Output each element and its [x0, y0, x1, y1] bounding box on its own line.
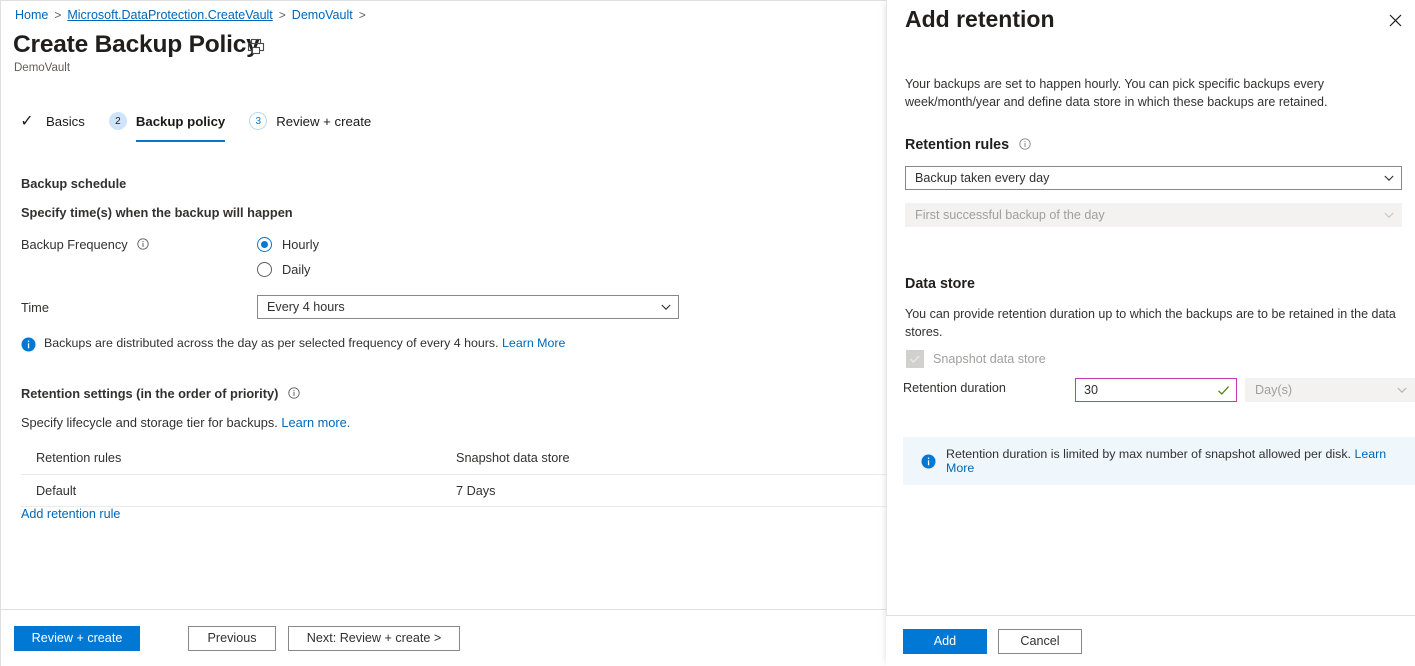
- snapshot-data-store-checkbox: Snapshot data store: [906, 350, 1046, 368]
- backup-frequency-radio-group: Hourly Daily: [257, 232, 319, 282]
- checkmark-icon: [1217, 384, 1230, 397]
- backup-schedule-heading: Backup schedule: [21, 176, 126, 191]
- retention-rule-dropdown-value: Backup taken every day: [915, 171, 1377, 185]
- create-backup-policy-pane: Home > Microsoft.DataProtection.CreateVaul…: [0, 0, 886, 666]
- time-dropdown[interactable]: Every 4 hours: [257, 295, 679, 319]
- tab-backup-policy-label: Backup policy: [136, 114, 225, 129]
- column-header-retention-rules: Retention rules: [21, 451, 456, 465]
- breadcrumb-item-home[interactable]: Home: [15, 8, 48, 22]
- info-icon[interactable]: [137, 238, 149, 250]
- wizard-steps: ✓ Basics 2 Backup policy 3 Review + crea…: [17, 106, 395, 138]
- add-button[interactable]: Add: [903, 629, 987, 654]
- panel-title: Add retention: [905, 6, 1055, 33]
- tab-backup-policy[interactable]: 2 Backup policy: [109, 106, 225, 138]
- specify-time-heading: Specify time(s) when the backup will hap…: [21, 205, 293, 220]
- data-store-description: You can provide retention duration up to…: [905, 305, 1403, 341]
- duration-unit-value: Day(s): [1255, 383, 1390, 397]
- chevron-down-icon: [1396, 384, 1408, 396]
- panel-footer: Add Cancel: [886, 615, 1415, 666]
- backup-frequency-text: Backup Frequency: [21, 237, 128, 252]
- backup-frequency-label: Backup Frequency: [21, 237, 149, 252]
- breadcrumb-separator: >: [359, 8, 366, 22]
- radio-hourly[interactable]: Hourly: [257, 232, 319, 257]
- add-retention-panel: Add retention Your backups are set to ha…: [886, 0, 1415, 666]
- backup-schedule-info-message: Backups are distributed across the day a…: [44, 336, 499, 350]
- print-icon[interactable]: [246, 37, 266, 57]
- retention-settings-subtitle-text: Specify lifecycle and storage tier for b…: [21, 415, 278, 430]
- page-title: Create Backup Policy: [13, 30, 260, 60]
- retention-duration-info-text: Retention duration is limited by max num…: [946, 447, 1415, 475]
- retention-duration-field[interactable]: [1084, 383, 1213, 397]
- chevron-down-icon: [660, 301, 672, 313]
- retention-rules-panel-label-text: Retention rules: [905, 137, 1009, 153]
- backup-schedule-info-note: Backups are distributed across the day a…: [21, 336, 701, 352]
- breadcrumb-item-demovault[interactable]: DemoVault: [292, 8, 353, 22]
- info-icon[interactable]: [288, 387, 300, 399]
- tab-review-create[interactable]: 3 Review + create: [249, 106, 371, 138]
- radio-daily[interactable]: Daily: [257, 257, 319, 282]
- breadcrumb-item-create-vault[interactable]: Microsoft.DataProtection.CreateVault: [67, 8, 272, 22]
- table-header-row: Retention rules Snapshot data store: [21, 441, 886, 475]
- cell-snapshot-data-store: 7 Days: [456, 484, 886, 498]
- retention-settings-heading: Retention settings (in the order of prio…: [21, 386, 300, 401]
- radio-daily-label: Daily: [282, 262, 310, 277]
- checkmark-icon: [906, 350, 924, 368]
- close-icon[interactable]: [1383, 8, 1407, 32]
- retention-rules-panel-label: Retention rules: [905, 137, 1031, 153]
- time-dropdown-value: Every 4 hours: [267, 300, 654, 314]
- table-row[interactable]: Default 7 Days: [21, 475, 886, 507]
- retention-duration-input[interactable]: [1075, 378, 1237, 402]
- cell-retention-rule-name: Default: [21, 484, 456, 498]
- panel-description: Your backups are set to happen hourly. Y…: [905, 75, 1403, 111]
- data-store-heading: Data store: [905, 276, 975, 292]
- previous-button[interactable]: Previous: [188, 626, 276, 651]
- retention-rules-table: Retention rules Snapshot data store Defa…: [21, 441, 886, 507]
- info-circle-icon: [21, 337, 36, 352]
- tab-review-create-label: Review + create: [276, 114, 371, 129]
- next-review-create-button[interactable]: Next: Review + create >: [288, 626, 460, 651]
- breadcrumb-separator: >: [279, 8, 286, 22]
- info-circle-icon: [921, 454, 936, 469]
- step-marker-check: ✓: [17, 112, 37, 130]
- retention-rule-sub-dropdown[interactable]: First successful backup of the day: [905, 203, 1402, 227]
- chevron-down-icon: [1383, 172, 1395, 184]
- azure-portal-screen: Home > Microsoft.DataProtection.CreateVaul…: [0, 0, 1415, 666]
- chevron-down-icon: [1383, 209, 1395, 221]
- review-create-button[interactable]: Review + create: [14, 626, 140, 651]
- cancel-button[interactable]: Cancel: [998, 629, 1082, 654]
- radio-daily-indicator: [257, 262, 272, 277]
- step-marker-2: 2: [109, 112, 127, 130]
- info-icon[interactable]: [1019, 138, 1031, 150]
- retention-settings-subtitle: Specify lifecycle and storage tier for b…: [21, 415, 350, 430]
- page-subtitle: DemoVault: [14, 62, 70, 74]
- retention-rule-sub-dropdown-value: First successful backup of the day: [915, 208, 1377, 222]
- retention-duration-info-banner: Retention duration is limited by max num…: [903, 437, 1415, 485]
- retention-settings-heading-text: Retention settings (in the order of prio…: [21, 386, 278, 401]
- time-label: Time: [21, 300, 49, 315]
- snapshot-data-store-label: Snapshot data store: [933, 352, 1046, 366]
- backup-schedule-learn-more-link[interactable]: Learn More: [502, 336, 565, 350]
- wizard-footer: Review + create Previous Next: Review + …: [1, 609, 886, 666]
- retention-duration-info-message: Retention duration is limited by max num…: [946, 447, 1351, 461]
- retention-duration-label: Retention duration: [903, 381, 1006, 395]
- radio-hourly-indicator: [257, 237, 272, 252]
- backup-schedule-info-text: Backups are distributed across the day a…: [44, 336, 565, 350]
- step-marker-3: 3: [249, 112, 267, 130]
- column-header-snapshot-data-store: Snapshot data store: [456, 451, 886, 465]
- duration-unit-dropdown[interactable]: Day(s): [1245, 378, 1415, 402]
- radio-hourly-label: Hourly: [282, 237, 319, 252]
- tab-basics-label: Basics: [46, 114, 85, 129]
- retention-settings-learn-more-link[interactable]: Learn more.: [281, 415, 350, 430]
- retention-rule-dropdown[interactable]: Backup taken every day: [905, 166, 1402, 190]
- add-retention-rule-link[interactable]: Add retention rule: [21, 507, 120, 521]
- breadcrumb: Home > Microsoft.DataProtection.CreateVaul…: [15, 6, 372, 24]
- tab-basics[interactable]: ✓ Basics: [17, 106, 85, 138]
- breadcrumb-separator: >: [54, 8, 61, 22]
